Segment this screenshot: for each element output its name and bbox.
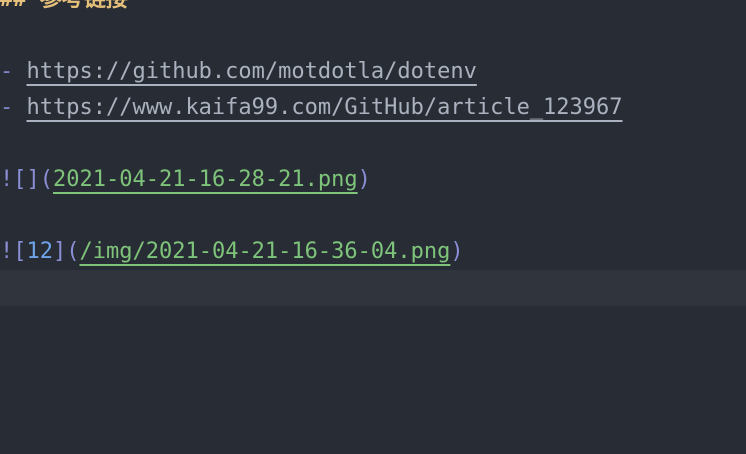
image-alt-text: 12 — [26, 239, 54, 264]
heading-marker: ## — [0, 0, 27, 12]
image-bang: ! — [0, 167, 14, 192]
alt-close-bracket: ] — [26, 167, 40, 192]
image-markdown-line[interactable]: ![](2021-04-21-16-28-21.png) — [0, 162, 746, 198]
list-item[interactable]: - https://www.kaifa99.com/GitHub/article… — [0, 90, 746, 126]
alt-open-bracket: [ — [13, 239, 27, 264]
heading-line[interactable]: ## 参考链接 — [0, 0, 746, 18]
image-path-link[interactable]: 2021-04-21-16-28-21.png — [53, 167, 358, 192]
path-open-paren: ( — [66, 239, 80, 264]
image-path-link[interactable]: /img/2021-04-21-16-36-04.png — [80, 239, 451, 264]
list-bullet: - — [0, 95, 14, 120]
alt-close-bracket: ] — [53, 239, 67, 264]
heading-text: 参考链接 — [40, 0, 128, 12]
alt-open-bracket: [ — [13, 167, 27, 192]
link-url[interactable]: https://www.kaifa99.com/GitHub/article_1… — [27, 95, 623, 120]
image-bang: ! — [0, 239, 14, 264]
path-close-paren: ) — [357, 167, 371, 192]
list-bullet: - — [0, 59, 14, 84]
link-url[interactable]: https://github.com/motdotla/dotenv — [27, 59, 477, 84]
markdown-editor[interactable]: ## 参考链接 - https://github.com/motdotla/do… — [0, 0, 746, 454]
path-close-paren: ) — [450, 239, 464, 264]
path-open-paren: ( — [39, 167, 53, 192]
image-markdown-line[interactable]: ![12](/img/2021-04-21-16-36-04.png) — [0, 234, 746, 270]
current-line-highlight — [0, 270, 746, 306]
list-item[interactable]: - https://github.com/motdotla/dotenv — [0, 54, 746, 90]
